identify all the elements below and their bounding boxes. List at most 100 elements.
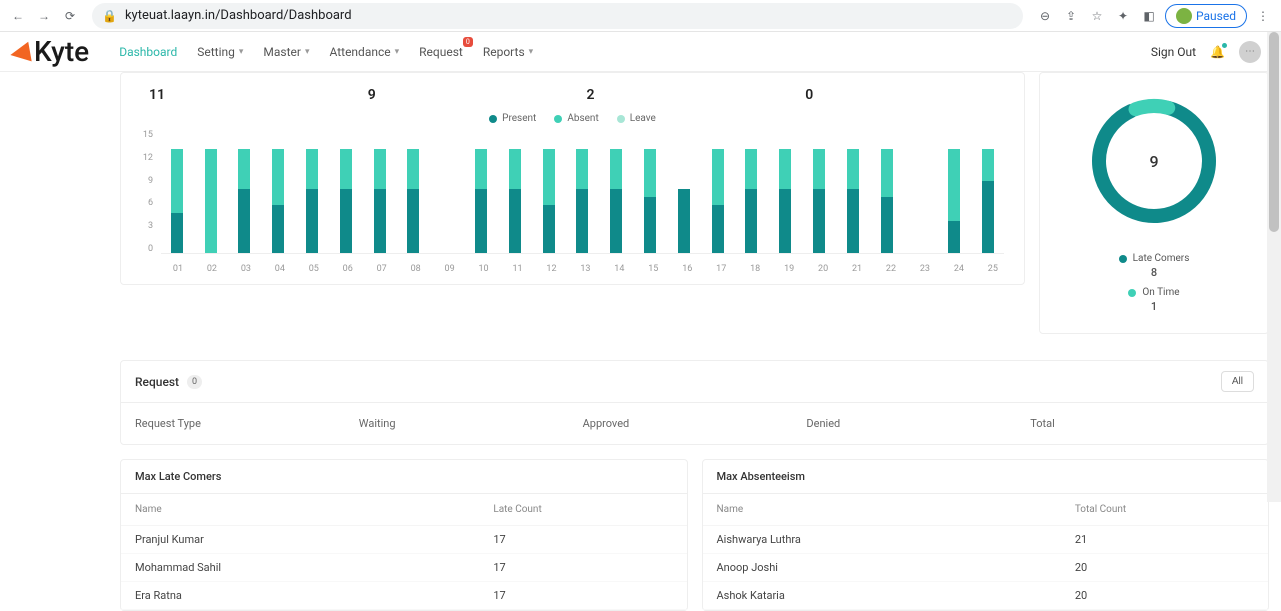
lock-icon: 🔒 [102, 9, 117, 23]
table-row: Era Ratna17 [121, 582, 687, 610]
share-icon[interactable]: ⇪ [1061, 6, 1081, 26]
nav-attendance[interactable]: Attendance▾ [329, 45, 399, 59]
x-tick: 10 [467, 260, 501, 274]
bar-column [465, 130, 497, 253]
nav-setting[interactable]: Setting▾ [197, 45, 243, 59]
bar-column [634, 130, 666, 253]
x-tick: 06 [331, 260, 365, 274]
bar-column [262, 130, 294, 253]
donut-card: 9 Late Comers8On Time1 [1039, 72, 1269, 334]
bar-column [195, 130, 227, 253]
nav-request[interactable]: Request0 [419, 45, 463, 59]
back-icon[interactable]: ← [8, 6, 28, 26]
x-tick: 13 [568, 260, 602, 274]
panel-icon[interactable]: ◧ [1139, 6, 1159, 26]
absenteeism-card: Max Absenteeism Name Total Count Aishwar… [702, 459, 1270, 611]
x-tick: 16 [670, 260, 704, 274]
donut-legend-item: Late Comers [1119, 253, 1190, 264]
bar-column [600, 130, 632, 253]
stat-d: 0 [791, 87, 1010, 103]
late-comers-card: Max Late Comers Name Late Count Pranjul … [120, 459, 688, 611]
legend-item[interactable]: Present [489, 113, 536, 124]
bar-column [533, 130, 565, 253]
profile-avatar-icon [1176, 8, 1192, 24]
x-tick: 03 [229, 260, 263, 274]
table-row: Aishwarya Luthra21 [703, 526, 1269, 554]
request-column-header: Approved [583, 417, 807, 430]
bar-column [431, 130, 463, 253]
x-tick: 01 [161, 260, 195, 274]
profile-paused[interactable]: Paused [1165, 4, 1247, 28]
x-tick: 25 [976, 260, 1010, 274]
late-comers-title: Max Late Comers [121, 460, 687, 494]
attendance-chart-card: 11 9 2 0 PresentAbsentLeave 15129630 010… [120, 72, 1025, 285]
bar-column [161, 130, 193, 253]
bar-column [499, 130, 531, 253]
logo: ◀ Kyte [0, 35, 109, 68]
zoom-icon[interactable]: ⊖ [1035, 6, 1055, 26]
legend-item[interactable]: Absent [554, 113, 598, 124]
bar-column [736, 130, 768, 253]
bar-column [364, 130, 396, 253]
chevron-down-icon: ▾ [395, 47, 400, 57]
nav-master[interactable]: Master▾ [263, 45, 309, 59]
url-bar[interactable]: 🔒 kyteuat.laayn.in/Dashboard/Dashboard [92, 3, 1023, 29]
donut-legend: Late Comers8On Time1 [1119, 245, 1190, 313]
late-th-name: Name [135, 504, 493, 515]
donut-legend-item: On Time [1119, 287, 1190, 298]
stat-a: 11 [135, 87, 354, 103]
x-tick: 11 [501, 260, 535, 274]
request-badge: 0 [463, 37, 473, 47]
stat-c: 2 [573, 87, 792, 103]
x-tick: 22 [874, 260, 908, 274]
chevron-down-icon: ▾ [239, 47, 244, 57]
request-column-header: Waiting [359, 417, 583, 430]
reload-icon[interactable]: ⟳ [60, 6, 80, 26]
extensions-icon[interactable]: ✦ [1113, 6, 1133, 26]
table-row: Mohammad Sahil17 [121, 554, 687, 582]
logo-icon: ◀ [8, 35, 33, 68]
table-row: Pranjul Kumar17 [121, 526, 687, 554]
x-tick: 24 [942, 260, 976, 274]
bar-column [398, 130, 430, 253]
legend-item[interactable]: Leave [617, 113, 656, 124]
absenteeism-title: Max Absenteeism [703, 460, 1269, 494]
scrollbar[interactable] [1267, 32, 1281, 502]
forward-icon[interactable]: → [34, 6, 54, 26]
star-icon[interactable]: ☆ [1087, 6, 1107, 26]
browser-toolbar: ← → ⟳ 🔒 kyteuat.laayn.in/Dashboard/Dashb… [0, 0, 1281, 32]
scrollbar-thumb[interactable] [1269, 32, 1279, 232]
bar-column [871, 130, 903, 253]
x-tick: 08 [399, 260, 433, 274]
x-tick: 23 [908, 260, 942, 274]
sign-out-link[interactable]: Sign Out [1151, 45, 1196, 59]
top-nav: ◀ Kyte Dashboard Setting▾ Master▾ Attend… [0, 32, 1281, 72]
bar-column [702, 130, 734, 253]
x-tick: 12 [534, 260, 568, 274]
nav-reports[interactable]: Reports▾ [483, 45, 533, 59]
bell-icon[interactable]: 🔔 [1210, 45, 1225, 59]
nav-dashboard[interactable]: Dashboard [119, 45, 177, 59]
absent-th-name: Name [717, 504, 1075, 515]
bar-column [972, 130, 1004, 253]
absent-th-count: Total Count [1075, 504, 1254, 515]
bar-column [330, 130, 362, 253]
bar-column [567, 130, 599, 253]
request-table-header: Request TypeWaitingApprovedDeniedTotal [121, 403, 1268, 444]
url-text: kyteuat.laayn.in/Dashboard/Dashboard [125, 8, 352, 23]
late-th-count: Late Count [493, 504, 672, 515]
x-tick: 02 [195, 260, 229, 274]
x-tick: 21 [840, 260, 874, 274]
x-axis: 0102030405060708091011121314151617181920… [135, 260, 1010, 274]
request-all-button[interactable]: All [1221, 371, 1254, 392]
x-tick: 07 [365, 260, 399, 274]
x-tick: 15 [636, 260, 670, 274]
x-tick: 05 [297, 260, 331, 274]
bar-column [296, 130, 328, 253]
bar-column [905, 130, 937, 253]
request-title: Request [135, 375, 179, 389]
user-avatar[interactable]: ⋯ [1239, 41, 1261, 63]
menu-icon[interactable]: ⋮ [1253, 6, 1273, 26]
x-tick: 09 [433, 260, 467, 274]
y-axis: 15129630 [135, 130, 161, 254]
